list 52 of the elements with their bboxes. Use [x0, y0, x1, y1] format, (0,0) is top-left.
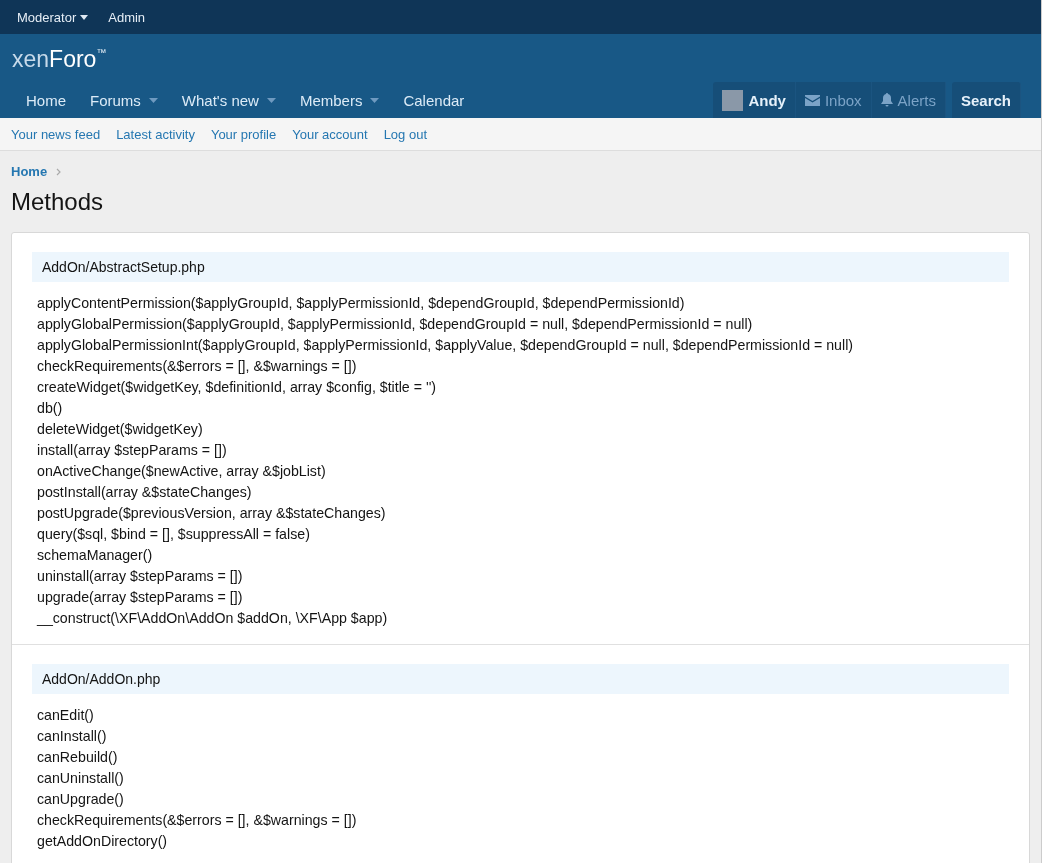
user-nav-link[interactable]: Inbox — [795, 82, 872, 118]
method-signature: applyContentPermission($applyGroupId, $applyPermissionId, $dependGroupId, $dependPermissionId) — [37, 294, 686, 313]
sub-nav-link[interactable]: Your news feed — [11, 126, 101, 142]
staff-link[interactable]: Admin — [108, 9, 146, 25]
method-signature: __construct(\XF\AddOn\AddOn $addOn, \XF\App $app) — [37, 609, 389, 628]
method-signature: install(array $stepParams = []) — [37, 441, 228, 460]
caret-icon — [370, 97, 380, 103]
nav-tab[interactable]: Members — [287, 91, 392, 109]
breadcrumb-link[interactable]: Home — [11, 164, 48, 179]
caret-icon — [148, 97, 158, 103]
nav-tab[interactable]: What's new — [169, 91, 288, 109]
method-signature: onActiveChange($newActive, array &$jobList) — [37, 462, 327, 481]
sub-nav-link[interactable]: Your profile — [210, 126, 277, 142]
method-signature: postUpgrade($previousVersion, array &$stateChanges) — [37, 504, 387, 523]
page-title: Methods — [11, 187, 105, 217]
caret-icon — [80, 14, 89, 20]
method-signature: canEdit() — [37, 706, 95, 725]
bell-icon — [880, 93, 893, 107]
method-signature: canInstall() — [37, 727, 108, 746]
method-signature: applyGlobalPermissionInt($applyGroupId, $applyPermissionId, $applyValue, $dependGroupId = null, $dependPermissionId = null) — [37, 336, 854, 355]
method-signature: schemaManager() — [37, 546, 154, 565]
method-signature: db() — [37, 399, 64, 418]
method-signature: query($sql, $bind = [], $suppressAll = false) — [37, 525, 311, 544]
staff-link[interactable]: Moderator — [17, 9, 89, 25]
user-nav-link[interactable]: Alerts — [871, 82, 946, 118]
sub-nav-link[interactable]: Log out — [383, 126, 427, 142]
site-logo[interactable]: xenForo™ — [0, 34, 1041, 71]
method-signature: createWidget($widgetKey, $definitionId, array $config, $title = '') — [37, 378, 438, 397]
caret-icon — [266, 97, 276, 103]
method-signature: checkRequirements(&$errors = [], &$warnings = []) — [37, 357, 358, 376]
method-signature: canUninstall() — [37, 769, 125, 788]
method-signature: upgrade(array $stepParams = []) — [37, 588, 244, 607]
nav-tab[interactable]: Home — [14, 91, 78, 109]
envelope-icon — [804, 94, 820, 106]
nav-tab[interactable]: Forums — [78, 91, 170, 109]
chevron-icon — [56, 167, 62, 176]
method-signature: applyGlobalPermission($applyGroupId, $applyPermissionId, $dependGroupId = null, $dependPermissionId = null) — [37, 315, 754, 334]
method-signature: canUpgrade() — [37, 790, 125, 809]
avatar-photo-placeholder — [722, 89, 744, 111]
method-signature: deleteWidget($widgetKey) — [37, 420, 204, 439]
method-signature: getAddOnDirectory() — [37, 832, 169, 851]
method-signature: canRebuild() — [37, 748, 119, 767]
file-heading: AddOn/AddOn.php — [32, 664, 1009, 694]
method-signature: uninstall(array $stepParams = []) — [37, 567, 244, 586]
method-signature: checkRequirements(&$errors = [], &$warnings = []) — [37, 811, 358, 830]
sub-nav-link[interactable]: Latest activity — [116, 126, 195, 142]
nav-tab[interactable]: Calendar — [391, 91, 477, 109]
sub-nav-link[interactable]: Your account — [292, 126, 368, 142]
user-nav-link[interactable]: Search — [951, 82, 1021, 118]
user-nav-link[interactable]: Andy — [713, 82, 796, 118]
method-signature: postInstall(array &$stateChanges) — [37, 483, 253, 502]
file-heading: AddOn/AbstractSetup.php — [32, 252, 1009, 282]
